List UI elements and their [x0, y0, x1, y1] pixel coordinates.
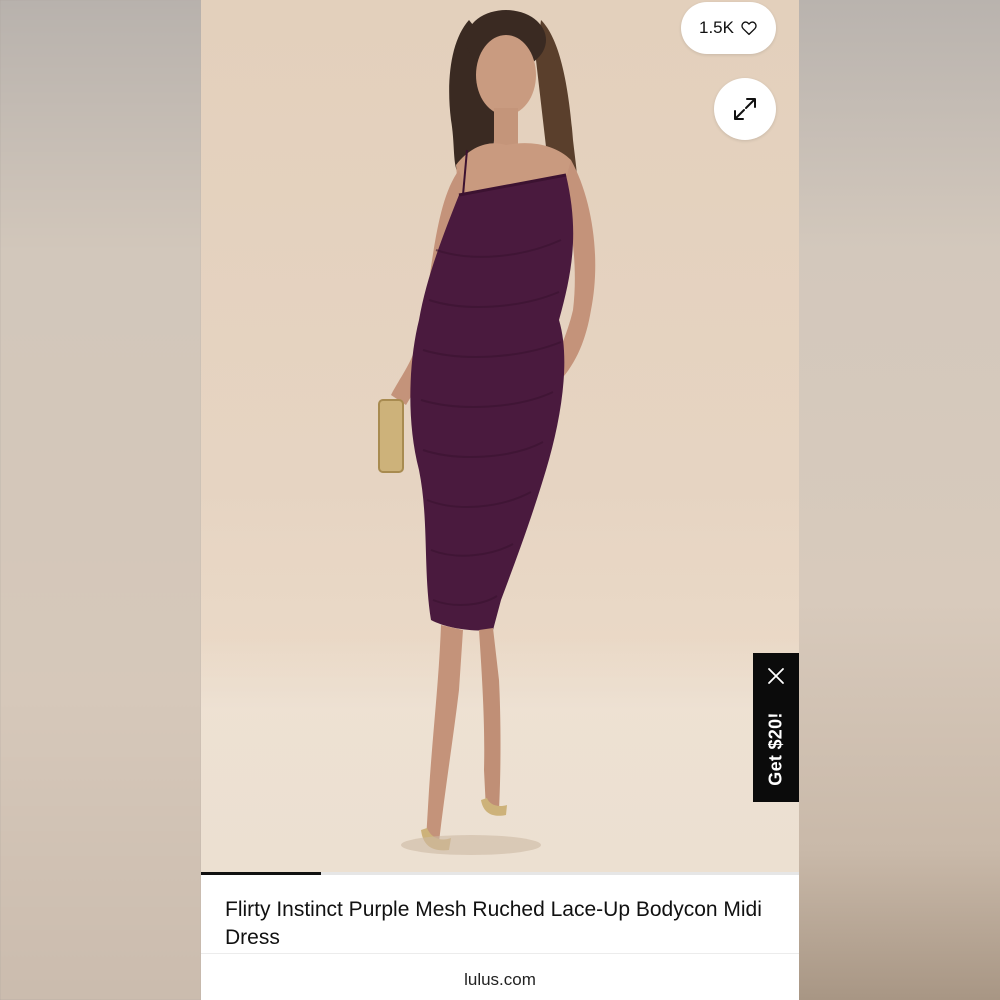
like-button[interactable]: 1.5K: [681, 2, 776, 54]
expand-icon: [734, 98, 756, 120]
promo-tab[interactable]: Get $20!: [753, 653, 799, 802]
like-count: 1.5K: [699, 18, 734, 37]
product-image[interactable]: [201, 0, 799, 873]
close-icon[interactable]: [766, 666, 786, 686]
divider: [201, 953, 799, 954]
pin-detail-view: 1.5K Get $20! Flirty Instinct Purple Mes…: [201, 0, 799, 1000]
blurred-background-left: [0, 0, 201, 1000]
promo-label: Get $20!: [765, 712, 786, 786]
product-title[interactable]: Flirty Instinct Purple Mesh Ruched Lace-…: [225, 896, 765, 952]
image-progress-track: [201, 872, 799, 875]
source-link[interactable]: lulus.com: [201, 970, 799, 990]
expand-button[interactable]: [714, 78, 776, 140]
model-in-purple-dress-illustration: [378, 10, 596, 855]
image-progress-fill: [201, 872, 321, 875]
heart-icon: [741, 21, 757, 36]
blurred-background-right: [799, 0, 1000, 1000]
